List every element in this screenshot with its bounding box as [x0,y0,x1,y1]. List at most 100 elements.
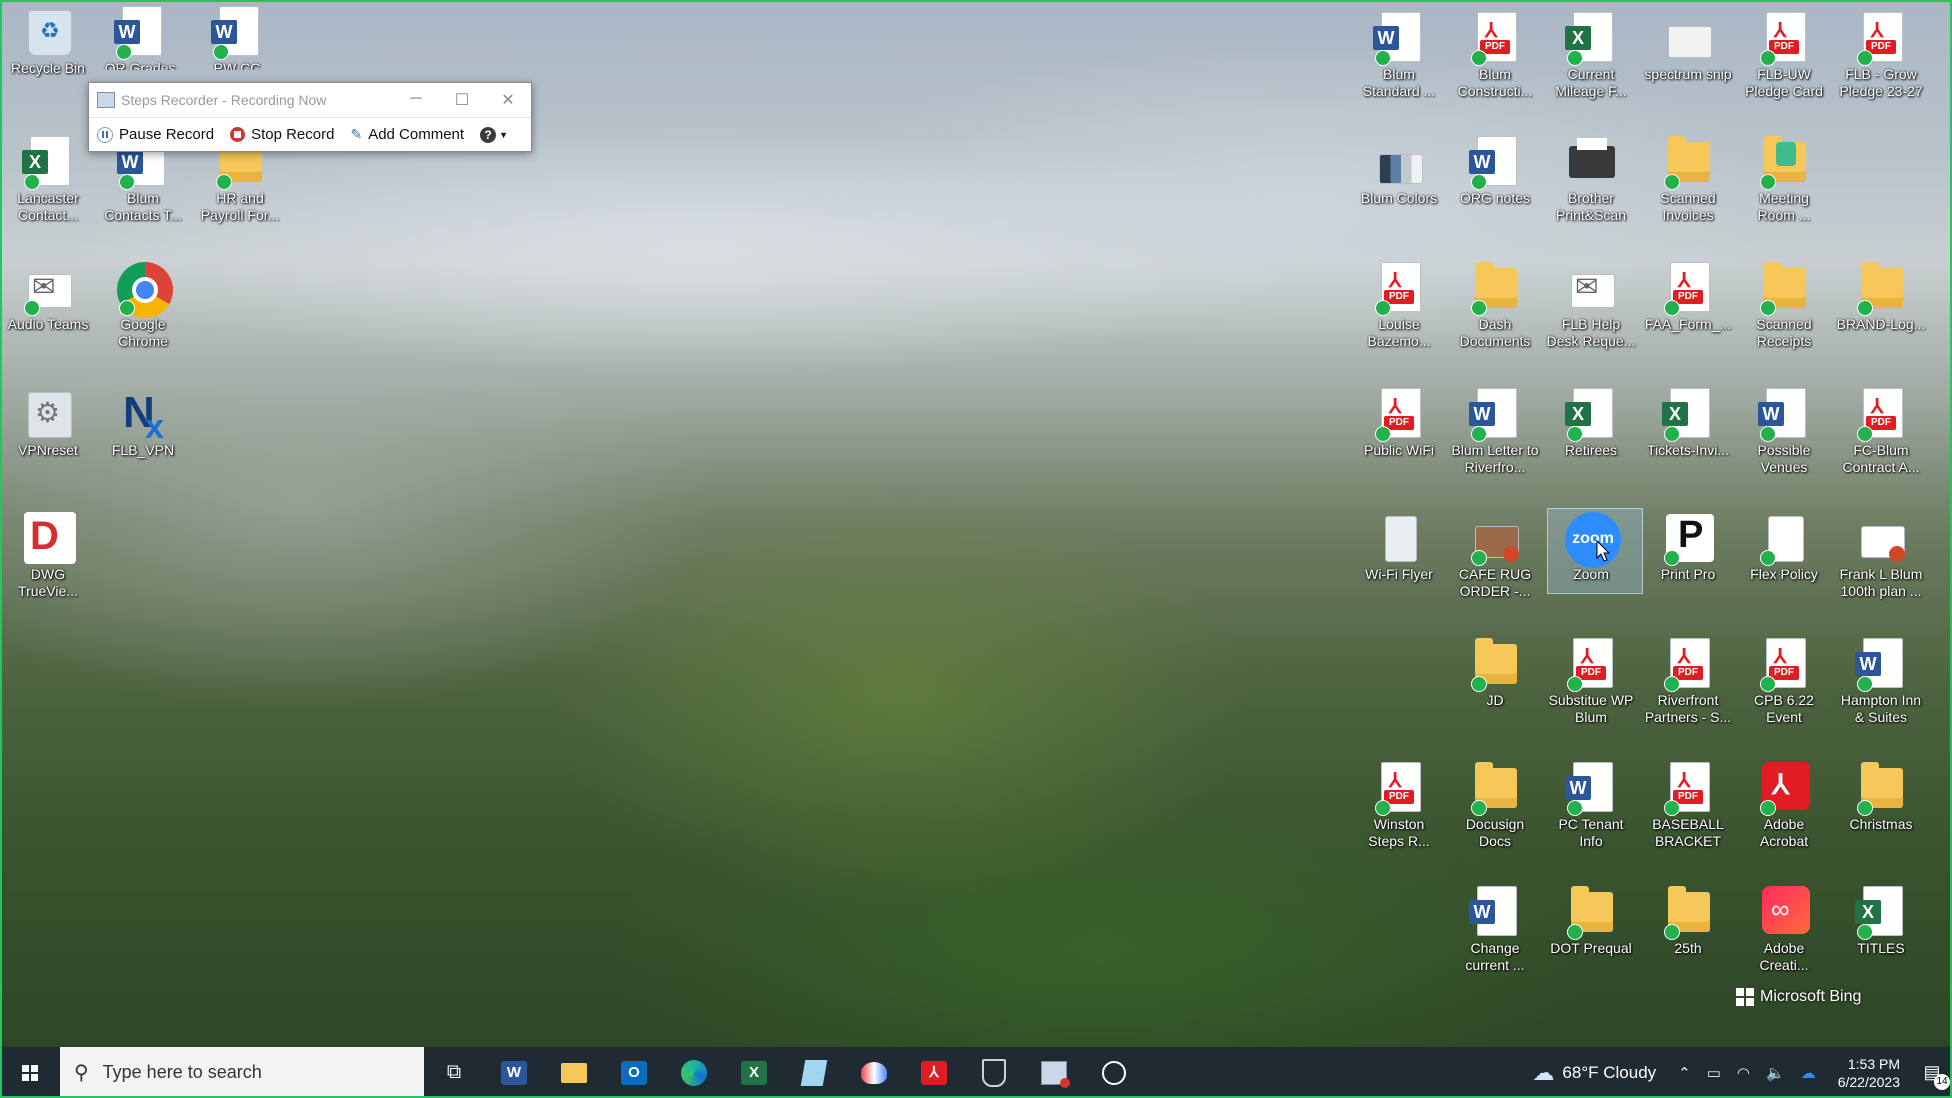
desktop-icon-substitue-wp[interactable]: ⅄ PDF Substitue WP Blum [1546,634,1636,734]
taskbar-file-explorer[interactable] [544,1047,604,1098]
desktop-icon-current-mileage[interactable]: X Current Mileage F... [1546,8,1636,108]
desktop-icon-label: FLB-UW Pledge Card [1745,66,1823,99]
desktop-icon-brand-log[interactable]: BRAND-Log... [1836,258,1926,358]
battery-icon[interactable]: ▭ [1707,1064,1721,1082]
desktop-icon-winston[interactable]: ⅄ PDF Winston Steps R... [1354,758,1444,858]
desktop-icon-louise[interactable]: ⅄ PDF Louise Bazemo... [1354,258,1444,358]
steps-recorder-titlebar[interactable]: Steps Recorder - Recording Now ─ ☐ ✕ [89,83,531,118]
desktop-icon-pc-tenant[interactable]: W PC Tenant Info [1546,758,1636,858]
onedrive-icon[interactable]: ☁ [1801,1064,1816,1082]
desktop-icon-zoom[interactable]: zoom Zoom [1546,508,1636,608]
taskbar-snipping[interactable] [844,1047,904,1098]
desktop-icon-tickets[interactable]: X Tickets-Invi... [1643,384,1733,484]
desktop-icon-frank-blum[interactable]: Frank L Blum 100th plan ... [1836,508,1926,608]
desktop-icon-cafe-rug[interactable]: CAFE RUG ORDER -... [1450,508,1540,608]
desktop-icon-audio-teams[interactable]: ✉ Audio Teams [3,258,93,358]
pdf-doc-icon: ⅄ PDF [1662,262,1714,316]
desktop-icon-flex-policy[interactable]: Flex Policy [1739,508,1829,608]
steps-recorder-toolbar: Pause Record Stop Record ✎ Add Comment ?… [89,118,531,151]
taskbar-cortana[interactable] [1084,1047,1144,1098]
desktop-icon-blum-colors[interactable]: Blum Colors [1354,132,1444,232]
desktop-icon-christmas[interactable]: Christmas [1836,758,1926,858]
desktop-icon-wifi-flyer[interactable]: Wi-Fi Flyer [1354,508,1444,608]
desktop-icon-label: VPNreset [18,442,78,458]
taskbar-outlook[interactable]: O [604,1047,664,1098]
desktop-icon-faa-form[interactable]: ⅄ PDF FAA_Form_... [1643,258,1733,358]
help-dropdown-button[interactable]: ? ▼ [472,126,516,143]
desktop-icon-vpnreset[interactable]: ⚙ VPNreset [3,384,93,484]
taskbar-steps-recorder[interactable] [1024,1047,1084,1098]
taskbar-security[interactable] [964,1047,1024,1098]
taskbar-search-box[interactable]: ⚲ Type here to search [60,1047,424,1098]
desktop-icon-org-notes[interactable]: W ORG notes [1450,132,1540,232]
desktop-icon-flb-uw-pledge[interactable]: ⅄ PDF FLB-UW Pledge Card [1739,8,1829,108]
desktop-icon-jd[interactable]: JD [1450,634,1540,734]
desktop-icon-baseball[interactable]: ⅄ PDF BASEBALL BRACKET [1643,758,1733,858]
desktop-icon-print-pro[interactable]: P Print Pro [1643,508,1733,608]
desktop-icon-titles[interactable]: X TITLES [1836,882,1926,982]
desktop-icon-spectrum-snip[interactable]: spectrum snip [1643,8,1733,108]
desktop-icon-scanned-receipts[interactable]: Scanned Receipts [1739,258,1829,358]
powerpoint-doc-icon [1855,512,1907,564]
weather-widget[interactable]: ☁ 68°F Cloudy [1532,1060,1656,1086]
steps-recorder-window[interactable]: Steps Recorder - Recording Now ─ ☐ ✕ Pau… [88,82,532,152]
stop-record-button[interactable]: Stop Record [222,126,342,143]
clock[interactable]: 1:53 PM 6/22/2023 [1838,1055,1900,1091]
add-comment-button[interactable]: ✎ Add Comment [342,126,472,143]
minimize-button[interactable]: ─ [393,90,439,110]
desktop-icon-adobe-creative[interactable]: ∞ Adobe Creati... [1739,882,1829,982]
clock-date: 6/22/2023 [1837,1073,1900,1090]
desktop-icon-retirees[interactable]: X Retirees [1546,384,1636,484]
notification-center-button[interactable]: ▤ 14 [1912,1047,1952,1098]
desktop-icon-label: Blum Constructi... [1457,66,1533,99]
taskbar-word[interactable]: W [484,1047,544,1098]
word-doc-icon: W [1565,762,1617,816]
folder-icon [1662,136,1714,190]
volume-icon[interactable]: 🔈 [1766,1064,1785,1082]
pause-record-button[interactable]: Pause Record [89,126,222,143]
desktop-icon-dwg[interactable]: D DWG TrueVie... [3,508,93,608]
desktop-icon-public-wifi[interactable]: ⅄ PDF Public WiFi [1354,384,1444,484]
desktop-icon-scanned-invoices[interactable]: Scanned Invoices [1643,132,1733,232]
task-view-button[interactable]: ⧉ [424,1047,484,1098]
taskbar-excel[interactable]: X [724,1047,784,1098]
desktop-icon-flb-vpn[interactable]: N x FLB_VPN [98,384,188,484]
desktop-icon-docusign[interactable]: Docusign Docs [1450,758,1540,858]
taskbar-acrobat[interactable]: ⅄ [904,1047,964,1098]
close-button[interactable]: ✕ [485,90,531,110]
desktop-icon-blum-letter[interactable]: W Blum Letter to Riverfro... [1450,384,1540,484]
folder-icon [1469,762,1521,816]
folder-icon [1662,886,1714,940]
desktop-icon-adobe-acrobat[interactable]: ⅄ Adobe Acrobat [1739,758,1829,858]
taskbar-notepad[interactable] [784,1047,844,1098]
desktop-icon-cpb[interactable]: ⅄ PDF CPB 6.22 Event [1739,634,1829,734]
desktop-icon-dot-prequal[interactable]: DOT Prequal [1546,882,1636,982]
start-button[interactable] [0,1047,60,1098]
pdf-doc-icon: ⅄ PDF [1855,12,1907,66]
desktop-icon-change-current[interactable]: W Change current ... [1450,882,1540,982]
desktop-icon-fc-blum[interactable]: ⅄ PDF FC-Blum Contract A... [1836,384,1926,484]
desktop-icon-label: TITLES [1857,940,1905,956]
desktop-icon-brother[interactable]: Brother Print&Scan [1546,132,1636,232]
wifi-icon[interactable]: ◠ [1737,1064,1750,1082]
desktop-icon-riverfront[interactable]: ⅄ PDF Riverfront Partners - S... [1643,634,1733,734]
desktop-icon-recycle-bin[interactable]: ♻ Recycle Bin [3,2,93,102]
desktop-icon-hampton[interactable]: W Hampton Inn & Suites [1836,634,1926,734]
word-doc-icon: W [1855,638,1907,692]
maximize-button[interactable]: ☐ [439,90,485,110]
desktop-icon-lancaster[interactable]: X Lancaster Contact... [3,132,93,232]
desktop-icon-chrome[interactable]: Google Chrome [98,258,188,358]
desktop-icon-meeting-room[interactable]: Meeting Room ... [1739,132,1829,232]
taskbar-edge[interactable] [664,1047,724,1098]
desktop-icon-label: FLB Help Desk Reque... [1546,316,1636,349]
chevron-up-icon[interactable]: ⌃ [1678,1064,1691,1082]
desktop-icon-flb-grow[interactable]: ⅄ PDF FLB - Grow Pledge 23-27 [1836,8,1926,108]
desktop-icon-label: Lancaster Contact... [17,190,79,223]
desktop-icon-blum-standard[interactable]: W Blum Standard ... [1354,8,1444,108]
desktop-icon-possible-venues[interactable]: W Possible Venues [1739,384,1829,484]
excel-doc-icon: X [1565,12,1617,66]
desktop-icon-blum-construct[interactable]: ⅄ PDF Blum Constructi... [1450,8,1540,108]
desktop-icon-dash-docs[interactable]: Dash Documents [1450,258,1540,358]
desktop-icon-flb-help[interactable]: ✉ FLB Help Desk Reque... [1546,258,1636,358]
desktop-icon-25th[interactable]: 25th [1643,882,1733,982]
